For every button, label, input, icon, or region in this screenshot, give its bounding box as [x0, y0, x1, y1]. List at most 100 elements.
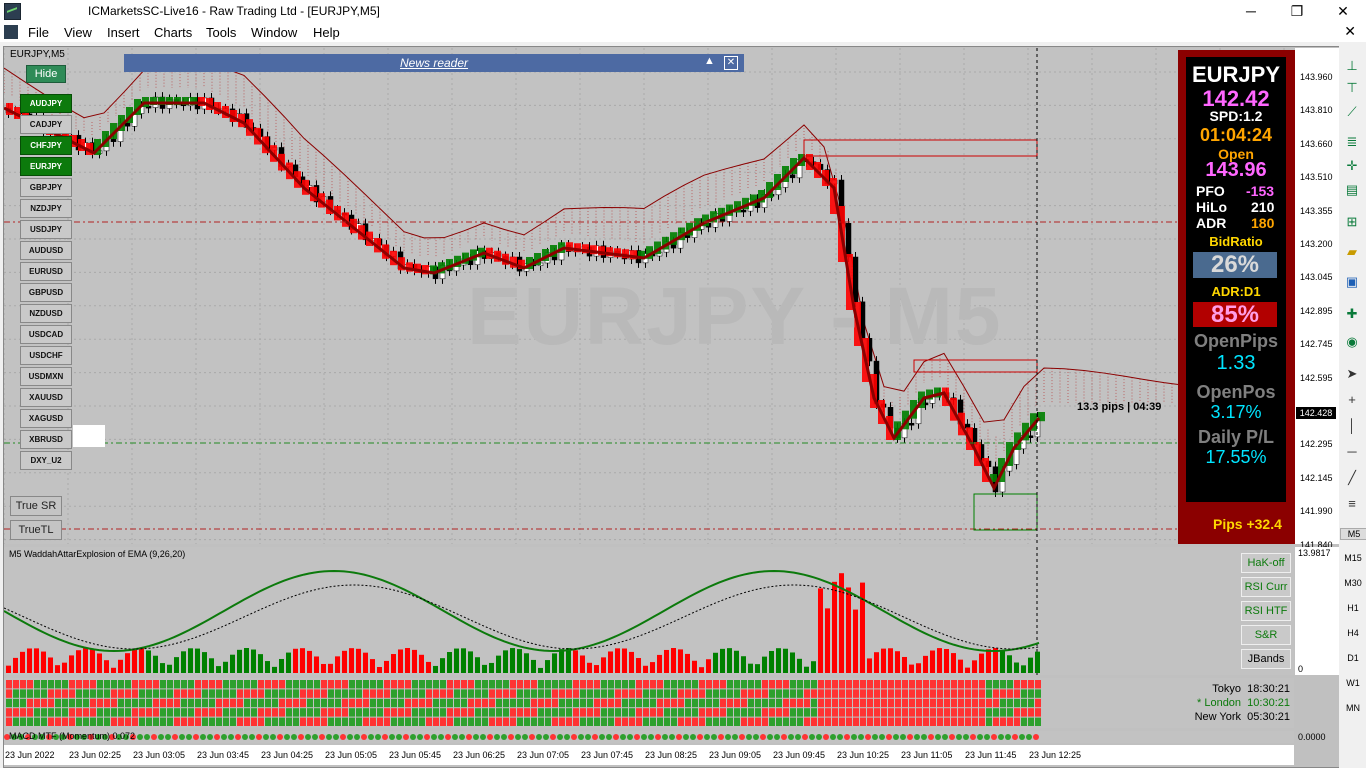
- pair-button[interactable]: AUDUSD: [20, 241, 72, 260]
- horizontal-line-icon[interactable]: ⊤: [1343, 80, 1361, 96]
- signal-cell: [720, 717, 726, 726]
- pair-button[interactable]: USDJPY: [20, 220, 72, 239]
- price-axis-label: 142.745: [1300, 339, 1333, 350]
- signal-cell: [909, 717, 915, 726]
- pair-button[interactable]: USDCHF: [20, 346, 72, 365]
- close-button[interactable]: ✕: [1320, 0, 1366, 22]
- macd-dot: [998, 734, 1004, 740]
- signal-grid-window[interactable]: [4, 678, 1294, 728]
- crosshair-tool-icon[interactable]: ✛: [1343, 158, 1361, 174]
- fibonacci-icon[interactable]: ≣: [1343, 134, 1361, 150]
- add-chart-icon[interactable]: ⊞: [1343, 214, 1361, 230]
- timeframe-d1[interactable]: D1: [1340, 653, 1366, 663]
- pair-button[interactable]: GBPUSD: [20, 283, 72, 302]
- signal-cell: [146, 680, 152, 689]
- cursor-icon[interactable]: ➤: [1343, 366, 1361, 382]
- hilo-label: HiLo: [1196, 199, 1228, 215]
- pair-button[interactable]: CADJPY: [20, 115, 72, 134]
- menu-file[interactable]: File: [28, 25, 49, 40]
- news-reader-title[interactable]: News reader: [400, 56, 468, 70]
- news-close-icon[interactable]: ✕: [724, 56, 738, 70]
- pair-button[interactable]: GBPJPY: [20, 178, 72, 197]
- pair-button[interactable]: CHFJPY: [20, 136, 72, 155]
- rsi-curr-button[interactable]: RSI Curr: [1241, 577, 1291, 597]
- signal-cell: [97, 717, 103, 726]
- macd-dot: [312, 734, 318, 740]
- true-sr-button[interactable]: True SR: [10, 496, 62, 516]
- histogram-bar: [573, 650, 578, 673]
- collapse-icon[interactable]: ▲: [704, 55, 715, 67]
- pair-button[interactable]: DXY_U2: [20, 451, 72, 470]
- signal-cell: [433, 717, 439, 726]
- pair-button[interactable]: USDCAD: [20, 325, 72, 344]
- vertical-line-icon[interactable]: ⊥: [1343, 58, 1361, 74]
- sr-button[interactable]: S&R: [1241, 625, 1291, 645]
- pair-button[interactable]: AUDJPY: [20, 94, 72, 113]
- hak-off-button[interactable]: HaK-off: [1241, 553, 1291, 573]
- text-tool-icon[interactable]: ≡: [1343, 496, 1361, 512]
- signal-cell: [83, 717, 89, 726]
- menu-view[interactable]: View: [64, 25, 92, 40]
- autotrading-icon[interactable]: ◉: [1343, 334, 1361, 350]
- jbands-button[interactable]: JBands: [1241, 649, 1291, 669]
- timeframe-m15[interactable]: M15: [1340, 553, 1366, 563]
- vline-icon[interactable]: │: [1343, 418, 1361, 434]
- rsi-htf-button[interactable]: RSI HTF: [1241, 601, 1291, 621]
- menu-charts[interactable]: Charts: [154, 25, 192, 40]
- menu-insert[interactable]: Insert: [107, 25, 140, 40]
- signal-cell: [244, 717, 250, 726]
- hline-icon[interactable]: ─: [1343, 444, 1361, 460]
- chart-template-icon[interactable]: ▤: [1343, 182, 1361, 198]
- histogram-bar: [769, 650, 774, 673]
- signal-cell: [944, 708, 950, 717]
- timeframe-w1[interactable]: W1: [1340, 678, 1366, 688]
- signal-cell: [601, 689, 607, 698]
- pair-button[interactable]: NZDJPY: [20, 199, 72, 218]
- signal-cell: [209, 708, 215, 717]
- signal-cell: [20, 698, 26, 708]
- signal-cell: [69, 680, 75, 689]
- histogram-bar: [6, 665, 11, 673]
- pair-button[interactable]: XAGUSD: [20, 409, 72, 428]
- chart-close-icon[interactable]: ✕: [1344, 23, 1356, 40]
- folder-icon[interactable]: ▰: [1343, 244, 1361, 260]
- timeframe-m30[interactable]: M30: [1340, 578, 1366, 588]
- minimize-button[interactable]: ─: [1228, 0, 1274, 22]
- histogram-bar: [629, 651, 634, 673]
- macd-dot: [382, 734, 388, 740]
- menu-help[interactable]: Help: [313, 25, 340, 40]
- signal-cell: [888, 680, 894, 689]
- pair-button[interactable]: XAUUSD: [20, 388, 72, 407]
- pair-button[interactable]: USDMXN: [20, 367, 72, 386]
- trendline-icon[interactable]: ⟋: [1343, 104, 1361, 120]
- maximize-button[interactable]: ❐: [1274, 0, 1320, 22]
- true-tl-button[interactable]: TrueTL: [10, 520, 62, 540]
- signal-cell: [398, 689, 404, 698]
- templates-icon[interactable]: ▣: [1343, 274, 1361, 290]
- menu-tools[interactable]: Tools: [206, 25, 236, 40]
- waddah-indicator-window[interactable]: [4, 547, 1294, 675]
- timeframe-h4[interactable]: H4: [1340, 628, 1366, 638]
- hide-button[interactable]: Hide: [26, 65, 66, 83]
- signal-cell: [1021, 698, 1027, 708]
- new-order-icon[interactable]: ✚: [1343, 306, 1361, 322]
- histogram-bar: [251, 649, 256, 673]
- pair-button[interactable]: EURJPY: [20, 157, 72, 176]
- signal-cell: [685, 708, 691, 717]
- macd-dot: [284, 734, 290, 740]
- menu-window[interactable]: Window: [251, 25, 297, 40]
- timeframe-mn[interactable]: MN: [1340, 703, 1366, 713]
- pair-button[interactable]: NZDUSD: [20, 304, 72, 323]
- trend-draw-icon[interactable]: ╱: [1343, 470, 1361, 486]
- macd-window[interactable]: [4, 731, 1294, 743]
- crosshair-icon[interactable]: +: [1343, 392, 1361, 408]
- timeframe-m5[interactable]: M5: [1340, 528, 1366, 540]
- signal-cell: [475, 698, 481, 708]
- pair-button[interactable]: EURUSD: [20, 262, 72, 281]
- timeframe-h1[interactable]: H1: [1340, 603, 1366, 613]
- signal-cell: [559, 708, 565, 717]
- signal-cell: [699, 717, 705, 726]
- pair-button[interactable]: XBRUSD: [20, 430, 72, 449]
- macd-dot: [984, 734, 990, 740]
- news-reader-bar[interactable]: News reader ▲ ✕: [124, 54, 744, 72]
